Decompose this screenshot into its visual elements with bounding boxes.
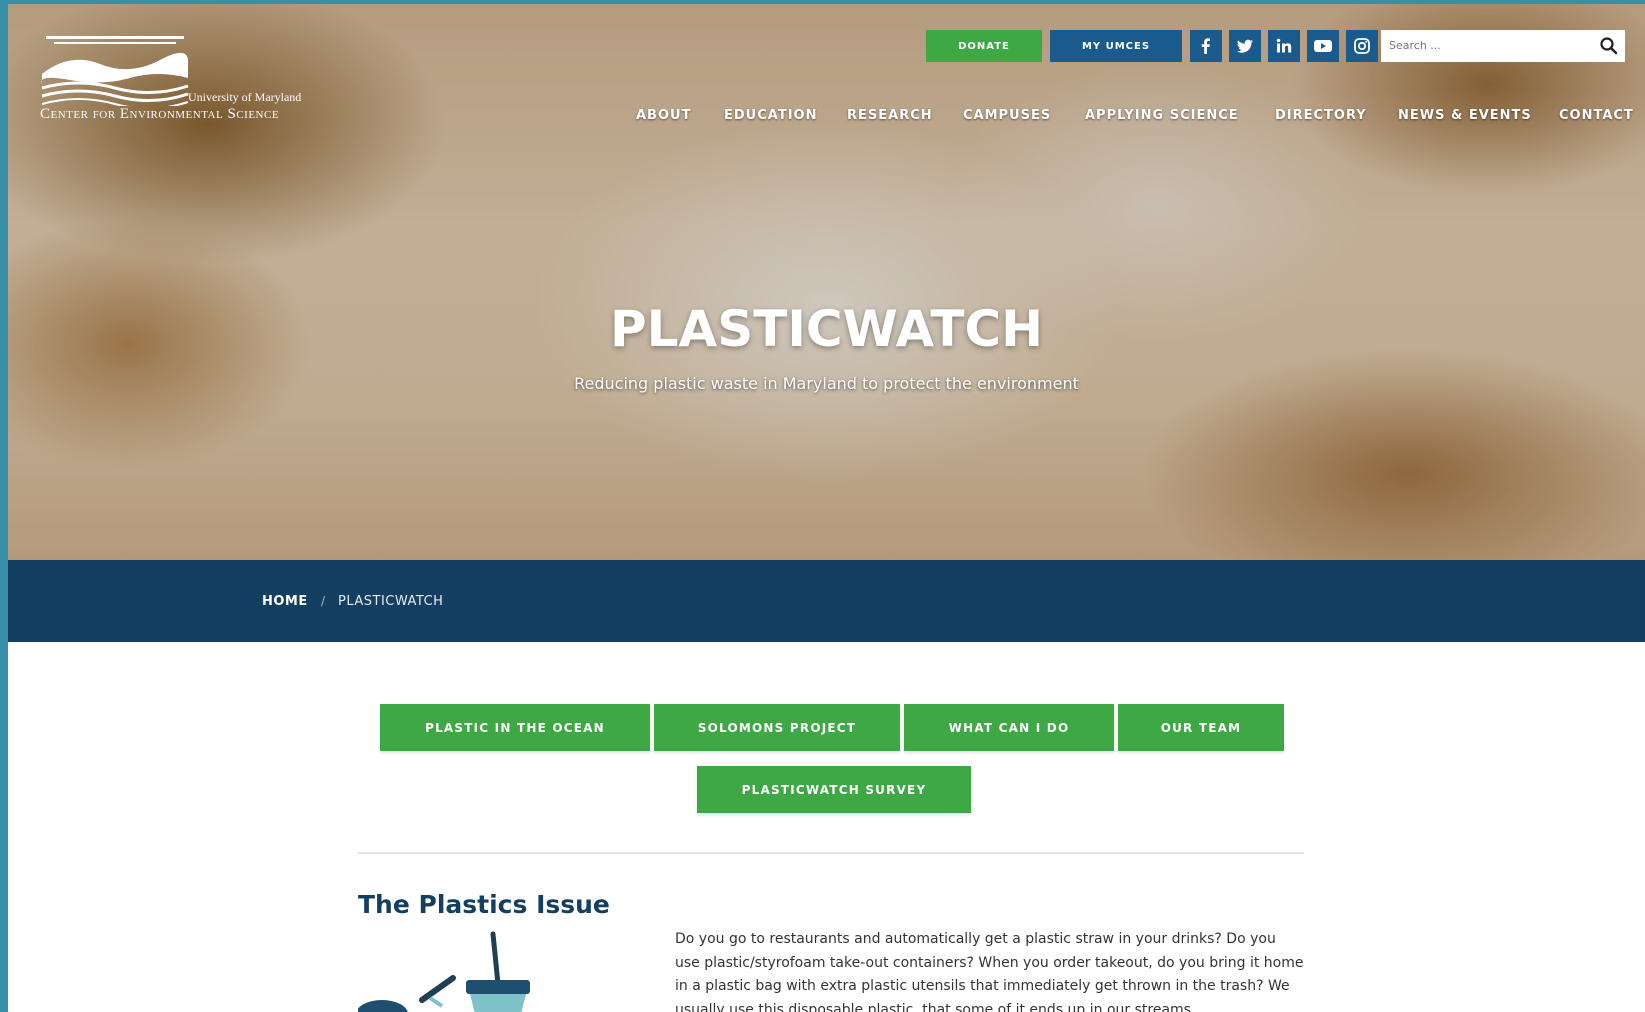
nav-news-events[interactable]: NEWS & EVENTS — [1398, 108, 1532, 123]
main-nav: ABOUT EDUCATION RESEARCH CAMPUSES APPLYI… — [8, 108, 1645, 134]
solomons-project-button[interactable]: SOLOMONS PROJECT — [654, 704, 900, 751]
search-box — [1381, 30, 1625, 62]
hero-banner: University of Maryland Center for Enviro… — [8, 4, 1645, 560]
our-team-button[interactable]: OUR TEAM — [1118, 704, 1284, 751]
nav-research[interactable]: RESEARCH — [847, 108, 933, 123]
breadcrumb: HOME / PLASTICWATCH — [8, 560, 1645, 642]
facebook-link[interactable] — [1190, 30, 1222, 62]
youtube-icon — [1314, 40, 1332, 52]
youtube-link[interactable] — [1307, 30, 1339, 62]
nav-applying-science[interactable]: APPLYING SCIENCE — [1085, 108, 1239, 123]
what-can-i-do-button[interactable]: WHAT CAN I DO — [904, 704, 1114, 751]
search-input[interactable] — [1381, 30, 1597, 60]
nav-directory[interactable]: DIRECTORY — [1275, 108, 1367, 123]
instagram-icon — [1354, 38, 1370, 54]
page-title: PLASTICWATCH — [610, 300, 1043, 358]
donate-button[interactable]: DONATE — [926, 30, 1042, 62]
breadcrumb-home-link[interactable]: HOME — [262, 594, 308, 609]
page-subtitle: Reducing plastic waste in Maryland to pr… — [574, 374, 1079, 393]
nav-education[interactable]: EDUCATION — [724, 108, 817, 123]
my-umces-button[interactable]: MY UMCES — [1050, 30, 1182, 62]
page: University of Maryland Center for Enviro… — [8, 4, 1645, 1012]
nav-campuses[interactable]: CAMPUSES — [963, 108, 1051, 123]
instagram-link[interactable] — [1346, 30, 1378, 62]
twitter-link[interactable] — [1229, 30, 1261, 62]
plasticwatch-survey-button[interactable]: PLASTICWATCH SURVEY — [697, 766, 971, 813]
plastic-in-the-ocean-button[interactable]: PLASTIC IN THE OCEAN — [380, 704, 650, 751]
plastic-cup-illustration — [358, 931, 530, 1012]
search-icon[interactable] — [1599, 36, 1619, 56]
facebook-icon — [1201, 38, 1210, 54]
breadcrumb-separator: / — [321, 594, 326, 608]
section-divider — [358, 852, 1304, 854]
utility-bar: DONATE MY UMCES — [8, 30, 1645, 64]
nav-contact[interactable]: CONTACT — [1559, 108, 1634, 123]
linkedin-link[interactable] — [1268, 30, 1300, 62]
logo-university-text: University of Maryland — [188, 90, 302, 104]
twitter-icon — [1237, 39, 1253, 53]
plastics-issue-text: Do you go to restaurants and automatical… — [675, 931, 1304, 1012]
breadcrumb-current: PLASTICWATCH — [338, 594, 444, 609]
nav-about[interactable]: ABOUT — [636, 108, 691, 123]
plastics-issue-heading: The Plastics Issue — [358, 890, 610, 919]
linkedin-icon — [1276, 38, 1292, 53]
